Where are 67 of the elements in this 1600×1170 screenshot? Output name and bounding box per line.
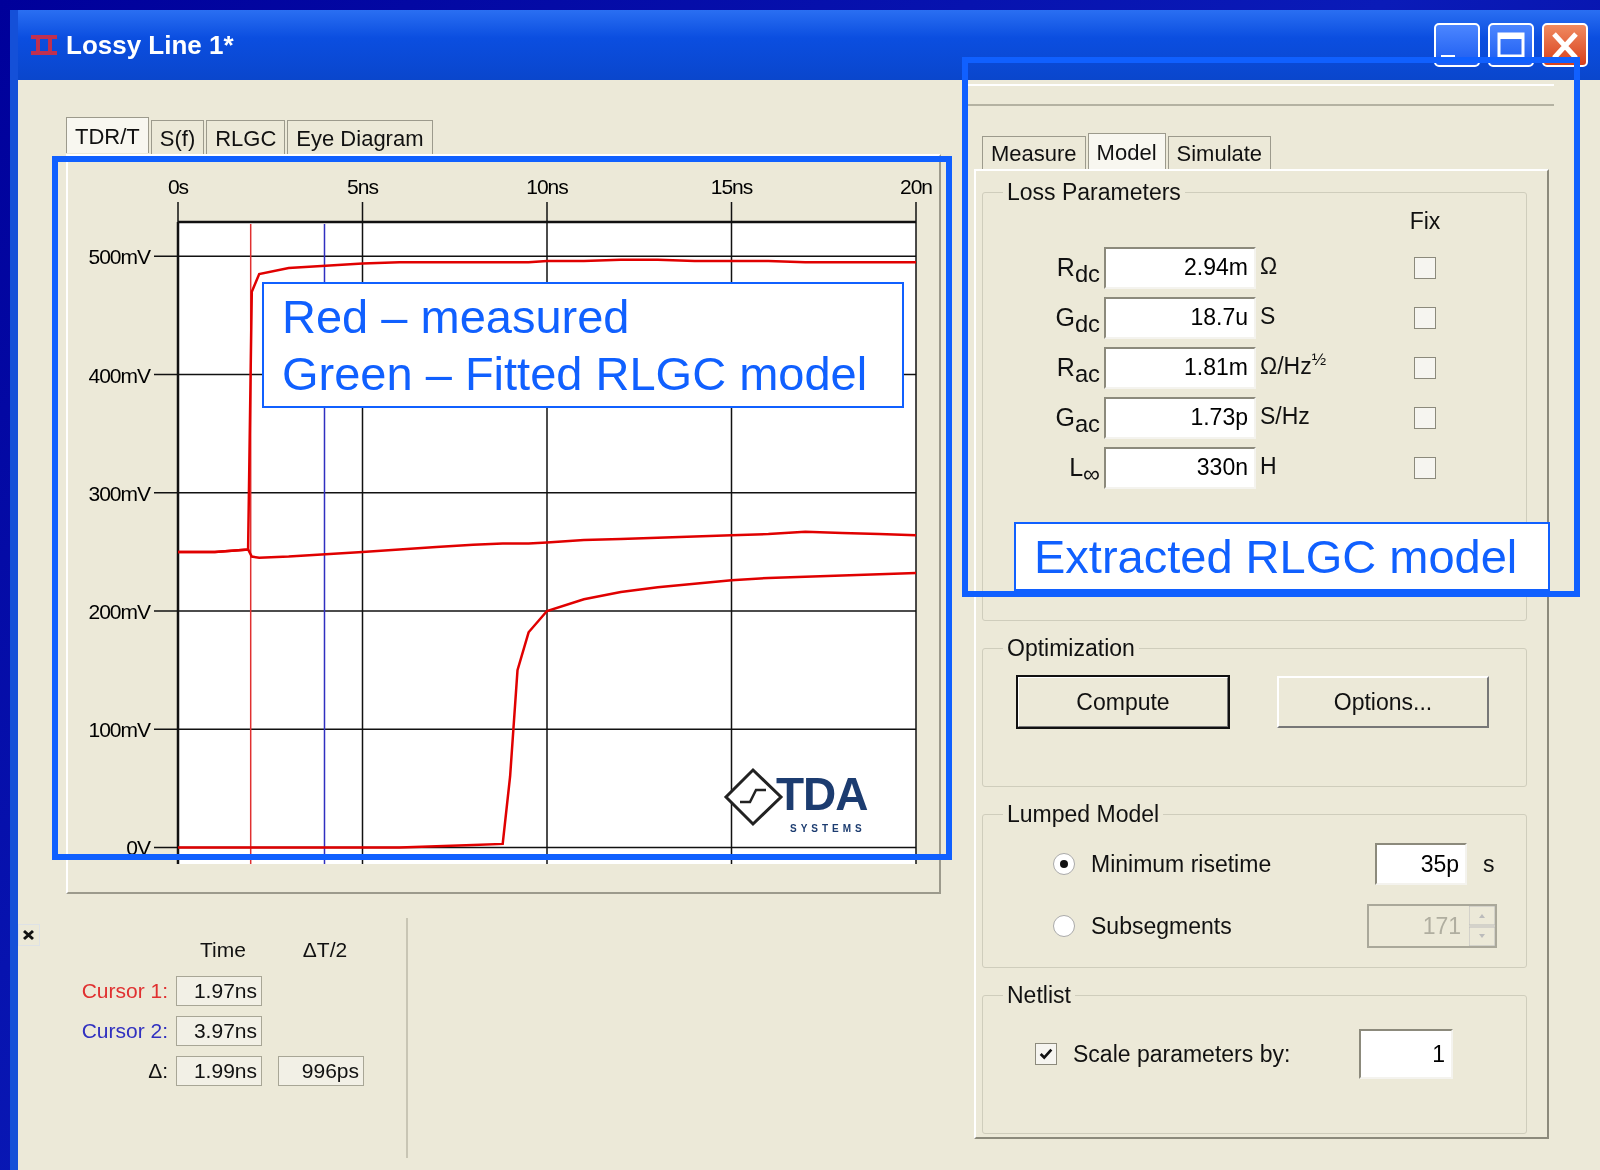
axis-label: 400mV	[88, 363, 150, 387]
checkbox[interactable]	[1414, 356, 1436, 379]
axis-label: 200mV	[88, 600, 150, 623]
column-header: ΔT/2	[301, 937, 349, 963]
readout-field: 1.97ns	[176, 975, 262, 1006]
cursor-label: Cursor 2:	[80, 1017, 168, 1044]
axis-label: 500mV	[88, 245, 150, 269]
axis-label: 300mV	[88, 481, 150, 505]
axis-label: 0s	[167, 175, 189, 198]
unit-label: H	[1260, 451, 1278, 481]
checkbox[interactable]	[1414, 306, 1436, 329]
radio-dot-icon	[1059, 859, 1069, 869]
window-title: Lossy Line 1*	[66, 28, 235, 62]
value-field[interactable]: 35p	[1375, 843, 1467, 885]
unit-label: s	[1483, 849, 1495, 879]
option-label: Subsegments	[1091, 911, 1233, 941]
tab[interactable]: Eye Diagram	[287, 120, 433, 154]
checkbox[interactable]	[1414, 406, 1436, 429]
readout-field: 3.97ns	[176, 1015, 262, 1046]
window-icon	[30, 34, 58, 56]
checkbox-label: Scale parameters by:	[1073, 1039, 1292, 1069]
axis-label: 20n	[900, 175, 932, 198]
axis-label: 5ns	[347, 175, 378, 198]
group-title: Optimization	[1006, 637, 1136, 660]
tab[interactable]: Measure	[982, 136, 1086, 169]
value-field[interactable]: 1	[1359, 1029, 1453, 1079]
column-header: Time	[199, 937, 247, 963]
group-title: Lumped Model	[1006, 803, 1161, 826]
close-button[interactable]	[18, 924, 40, 946]
checkbox[interactable]	[1414, 456, 1436, 479]
checkbox[interactable]	[1035, 1043, 1057, 1065]
tab[interactable]: TDR/T	[66, 117, 149, 153]
axis-label: 10ns	[526, 175, 568, 198]
option-label: Minimum risetime	[1091, 849, 1273, 879]
logo-text: TDA	[776, 768, 868, 820]
value-field[interactable]: 18.7u	[1104, 296, 1256, 339]
value-field[interactable]: 2.94m	[1104, 246, 1256, 289]
cursor-label: Δ:	[147, 1057, 168, 1084]
unit-label: Ω	[1260, 251, 1279, 281]
unit-label: S/Hz	[1260, 401, 1311, 431]
unit-label: S	[1260, 301, 1277, 331]
value-field[interactable]: 1.81m	[1104, 346, 1256, 389]
tab[interactable]: RLGC	[206, 120, 286, 154]
axis-label: 100mV	[88, 718, 150, 742]
value-field[interactable]: 330n	[1104, 446, 1256, 489]
readout-field: 1.99ns	[176, 1055, 262, 1086]
callout-text: Red – measured Green – Fitted RLGC model	[262, 282, 904, 408]
tab[interactable]: Model	[1087, 133, 1166, 169]
close-icon	[21, 927, 37, 943]
push-button[interactable]: Options...	[1277, 676, 1489, 728]
tab[interactable]: Simulate	[1167, 136, 1272, 169]
value-field[interactable]: 1.73p	[1104, 396, 1256, 439]
callout-text: Extracted RLGC model	[1014, 522, 1550, 591]
check-icon	[1038, 1046, 1054, 1062]
readout-field: 996ps	[278, 1055, 364, 1086]
axis-label: 15ns	[710, 175, 753, 198]
group-title: Netlist	[1006, 984, 1072, 1007]
cursor-label: Cursor 1:	[80, 977, 168, 1004]
group-title: Loss Parameters	[1006, 181, 1182, 204]
push-button[interactable]: Compute	[1017, 676, 1229, 728]
radio-button[interactable]	[1053, 853, 1075, 875]
logo-subtext: SYSTEMS	[790, 823, 866, 834]
tab[interactable]: S(f)	[150, 120, 205, 154]
checkbox[interactable]	[1414, 256, 1436, 279]
column-header: Fix	[1408, 207, 1442, 236]
unit-label: Ω/Hz$^{½}$	[1260, 347, 1328, 381]
spin-arrows-icon	[1469, 906, 1495, 946]
